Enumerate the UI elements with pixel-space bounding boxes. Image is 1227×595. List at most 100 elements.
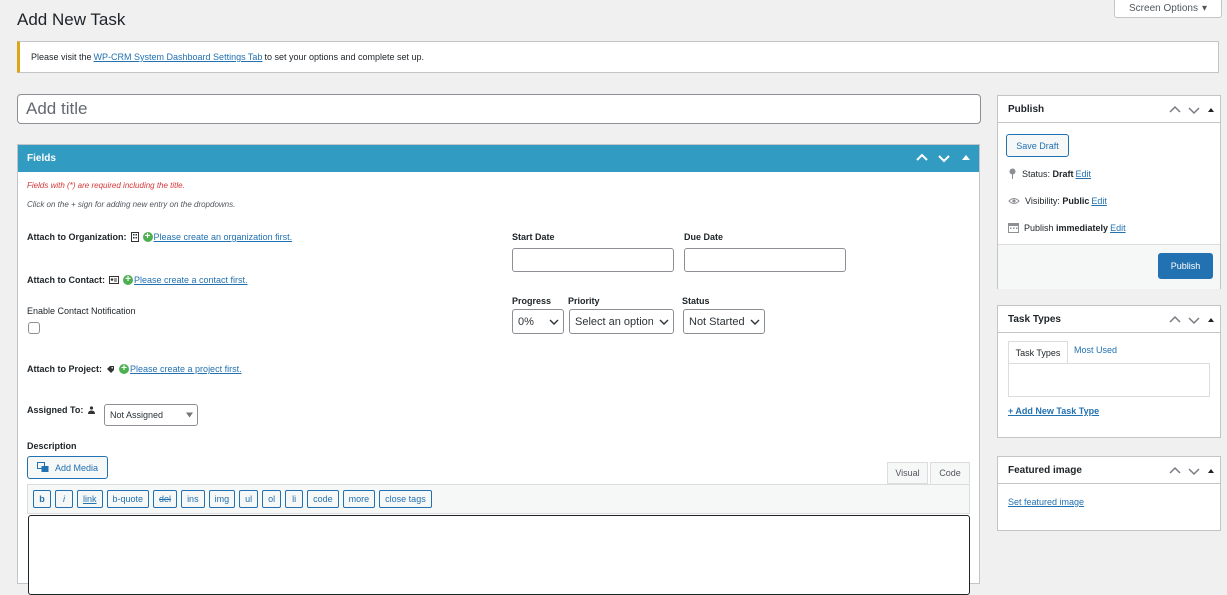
- add-project-icon[interactable]: +: [119, 364, 130, 374]
- title-input[interactable]: [17, 94, 981, 124]
- status-row: Status: Draft Edit: [1008, 168, 1091, 179]
- add-contact-icon[interactable]: +: [123, 275, 133, 285]
- create-contact-link[interactable]: Please create a contact first.: [134, 275, 248, 285]
- chevron-up-icon[interactable]: [1168, 464, 1182, 478]
- quicktag-button-ins[interactable]: ins: [181, 490, 205, 508]
- chevron-up-icon[interactable]: [1168, 103, 1182, 117]
- toggle-panel-icon[interactable]: [959, 151, 973, 165]
- quicktag-button-close-tags[interactable]: close tags: [379, 490, 432, 508]
- save-draft-button[interactable]: Save Draft: [1006, 134, 1069, 157]
- edit-publish-date-link[interactable]: Edit: [1110, 223, 1126, 233]
- edit-visibility-link[interactable]: Edit: [1091, 196, 1107, 206]
- contact-notification-checkbox[interactable]: [28, 322, 40, 334]
- chevron-down-icon[interactable]: [1187, 464, 1201, 478]
- priority-label: Priority: [568, 296, 600, 306]
- toggle-panel-icon[interactable]: [1206, 466, 1216, 476]
- add-media-label: Add Media: [54, 462, 99, 473]
- project-row: Attach to Project: + Please create a pro…: [27, 364, 242, 374]
- building-icon: [130, 232, 139, 242]
- task-types-metabox: Task Types Task Types Most Used + Add Ne…: [997, 305, 1221, 438]
- visibility-value: Public: [1062, 196, 1090, 206]
- quicktag-button-b-quote[interactable]: b-quote: [106, 490, 150, 508]
- progress-value: 0%: [518, 315, 534, 328]
- quicktag-button-code[interactable]: code: [307, 490, 339, 508]
- quicktag-button-img[interactable]: img: [208, 490, 236, 508]
- fields-header-title: Fields: [27, 153, 56, 164]
- assigned-select[interactable]: Not Assigned: [104, 404, 198, 426]
- chevron-down-icon[interactable]: [937, 151, 951, 165]
- quicktags-toolbar: b i link b-quote del ins img ul ol li code more clos…: [27, 484, 970, 514]
- screen-options-button[interactable]: Screen Options ▾: [1114, 0, 1222, 18]
- publish-value: immediately: [1056, 222, 1109, 233]
- schedule-row: Publish immediately Edit: [1008, 222, 1126, 233]
- quicktag-button-more[interactable]: more: [342, 490, 376, 508]
- chevron-up-icon[interactable]: [915, 151, 929, 165]
- toggle-panel-icon[interactable]: [1206, 105, 1216, 115]
- tab-all-task-types[interactable]: Task Types: [1008, 341, 1068, 363]
- tab-visual[interactable]: Visual: [887, 462, 928, 484]
- task-types-header[interactable]: Task Types: [998, 306, 1220, 333]
- required-note: Fields with (*) are required including t…: [27, 181, 185, 190]
- status-value: Not Started: [689, 315, 745, 328]
- priority-value: Select an option: [575, 315, 653, 328]
- publish-header-title: Publish: [1008, 103, 1045, 115]
- dashboard-settings-link[interactable]: WP-CRM System Dashboard Settings Tab: [94, 52, 263, 62]
- tag-icon: [107, 365, 115, 373]
- pin-icon: [1009, 168, 1016, 179]
- edit-status-link[interactable]: Edit: [1076, 169, 1092, 179]
- contact-card-icon: [109, 276, 119, 284]
- quicktag-button-li[interactable]: li: [285, 490, 304, 508]
- caret-down-icon: [186, 412, 193, 418]
- due-date-label: Due Date: [684, 232, 724, 242]
- quicktag-button-b[interactable]: b: [33, 490, 51, 508]
- status-label: Status:: [1022, 168, 1053, 179]
- visibility-label: Visibility:: [1025, 196, 1063, 206]
- assigned-row: Assigned To:: [27, 405, 96, 415]
- start-date-input[interactable]: [512, 248, 674, 272]
- assigned-value: Not Assigned: [110, 410, 164, 420]
- quicktag-button-ol[interactable]: ol: [262, 490, 282, 508]
- media-icon: [36, 462, 49, 472]
- quicktag-button-i[interactable]: i: [55, 490, 73, 508]
- setup-notice: Please visit the WP-CRM System Dashboard…: [17, 41, 1219, 73]
- due-date-input[interactable]: [684, 248, 846, 272]
- chevron-up-icon[interactable]: [1168, 313, 1182, 327]
- add-organization-icon[interactable]: +: [142, 232, 153, 242]
- publish-metabox: Publish Save Draft Status: Draft Edit Vi…: [997, 95, 1221, 289]
- priority-select[interactable]: Select an option: [569, 309, 674, 334]
- set-featured-image-link[interactable]: Set featured image: [1008, 497, 1084, 507]
- contact-row: Attach to Contact: + Please create a con…: [27, 275, 248, 285]
- chevron-down-icon: [750, 319, 760, 325]
- users-icon: [88, 405, 96, 414]
- visibility-row: Visibility: Public Edit: [1008, 196, 1107, 206]
- chevron-down-icon[interactable]: [1187, 313, 1201, 327]
- featured-image-header-title: Featured image: [1008, 464, 1082, 476]
- add-new-task-type-link[interactable]: + Add New Task Type: [1008, 406, 1099, 416]
- featured-image-metabox: Featured image Set featured image: [997, 456, 1221, 531]
- notification-label: Enable Contact Notification: [27, 306, 136, 316]
- fields-header[interactable]: Fields: [18, 145, 979, 172]
- chevron-down-icon: [549, 319, 559, 325]
- featured-image-header[interactable]: Featured image: [998, 457, 1220, 484]
- chevron-down-icon[interactable]: [1187, 103, 1201, 117]
- quicktag-button-ul[interactable]: ul: [239, 490, 259, 508]
- description-label: Description: [27, 441, 77, 451]
- quicktag-button-del[interactable]: del: [153, 490, 178, 508]
- tab-most-used[interactable]: Most Used: [1074, 345, 1117, 355]
- publish-button[interactable]: Publish: [1158, 253, 1213, 279]
- add-media-button[interactable]: Add Media: [27, 456, 108, 479]
- description-textarea[interactable]: [28, 515, 970, 595]
- task-types-list: [1008, 363, 1210, 397]
- publish-header[interactable]: Publish: [998, 96, 1220, 123]
- toggle-panel-icon[interactable]: [1206, 315, 1216, 325]
- progress-select[interactable]: 0%: [512, 309, 564, 334]
- chevron-down-icon: [659, 319, 669, 325]
- create-organization-link[interactable]: Please create an organization first.: [154, 232, 293, 242]
- quicktag-button-link[interactable]: link: [77, 490, 103, 508]
- create-project-link[interactable]: Please create a project first.: [130, 364, 242, 374]
- assigned-label: Assigned To:: [27, 405, 84, 415]
- status-select[interactable]: Not Started: [683, 309, 765, 334]
- tab-code[interactable]: Code: [930, 462, 970, 484]
- organization-row: Attach to Organization: + Please create …: [27, 232, 292, 242]
- caret-down-icon: ▾: [1201, 3, 1207, 14]
